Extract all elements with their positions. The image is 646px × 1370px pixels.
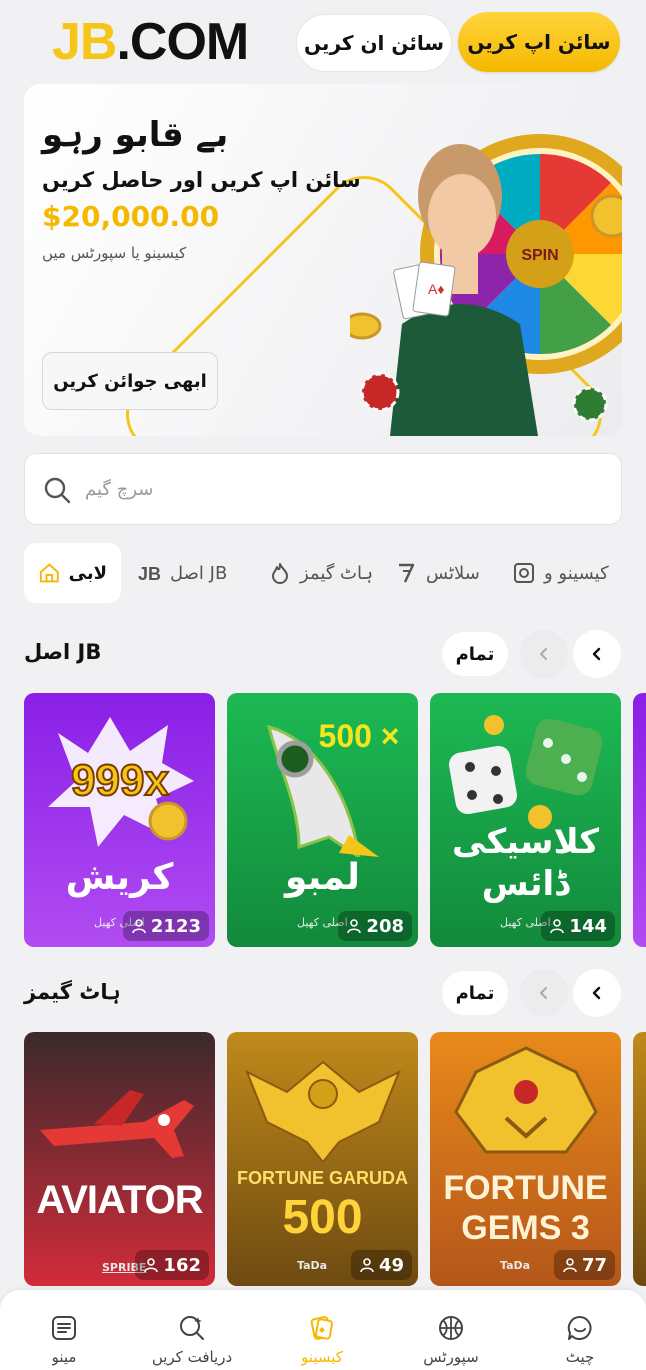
view-all-button[interactable]: تمام [442,971,508,1015]
casino-icon [514,563,534,583]
menu-icon [52,1316,76,1340]
user-icon [132,919,146,934]
game-provider: TaDa [500,1259,531,1272]
scroll-prev-button[interactable] [520,969,568,1017]
signup-button[interactable]: سائن اپ کریں [458,12,620,72]
game-card-crash[interactable]: 999x کریش اصلی کھیل 2123 [24,693,215,947]
tab-casino[interactable]: کیسینو و [512,543,609,603]
banner-title: بے قابو رہو [42,115,229,155]
gems-artwork [454,1046,598,1154]
home-icon [39,563,59,583]
tab-hot-games[interactable]: ہاٹ گیمز [268,543,373,603]
view-all-button[interactable]: تمام [442,632,508,676]
hot-games-carousel[interactable]: AVIATOR SPRIBE 162 FORTUNE GARUDA 500 Ta… [24,1032,646,1288]
top-header: JB.COM سائن ان کریں سائن اپ کریں [0,0,646,84]
banner-note: کیسینو یا سپورٹس میں [42,244,187,262]
game-title: کلاسیکی ڈائس [452,822,600,904]
scroll-next-button[interactable] [573,630,621,678]
game-card-fortune-garuda[interactable]: FORTUNE GARUDA 500 TaDa 49 [227,1032,418,1286]
multiplier-badge: 999x [71,756,169,805]
jb-original-carousel[interactable]: 999x کریش اصلی کھیل 2123 500 × لمبو اصلی… [24,693,646,949]
garuda-artwork [245,1060,401,1162]
game-title: کریش [65,857,174,898]
login-button[interactable]: سائن ان کریں [296,14,452,72]
crash-artwork: 999x [48,717,194,847]
game-title-line2: 500 [282,1191,363,1244]
bottom-navigation: مینو دریافت کریں کیسینو سپورٹس چیٹ [0,1290,646,1370]
svg-text:JB: JB [138,564,161,584]
join-now-button[interactable]: ابھی جوائن کریں [42,352,218,410]
game-card-partial[interactable] [633,1032,646,1286]
user-icon [563,1258,577,1273]
tab-lobby[interactable]: لابی [24,543,121,603]
tab-jb-original[interactable]: JB اصل JB [138,543,227,603]
chat-icon [567,1315,592,1340]
dice-artwork [448,715,603,829]
explore-icon [180,1316,204,1340]
player-count: 162 [135,1250,209,1280]
nav-chat[interactable]: چیٹ [530,1314,630,1368]
search-icon [44,477,71,504]
game-title: لمبو [285,857,360,898]
chevron-left-icon [592,647,601,661]
promo-banner[interactable]: بے قابو رہو سائن اپ کریں اور حاصل کریں $… [24,84,622,436]
game-card-classic-dice[interactable]: کلاسیکی ڈائس اصلی کھیل 144 [430,693,621,947]
section-title-jb-original: اصل JB [24,640,102,664]
banner-subtitle: سائن اپ کریں اور حاصل کریں [42,168,361,192]
svg-text:SPIN: SPIN [521,247,558,264]
category-tabs: لابی JB اصل JB ہاٹ گیمز سلاٹس کیسینو و [24,543,646,603]
game-card-fortune-gems[interactable]: FORTUNE GEMS 3 TaDa 77 [430,1032,621,1286]
player-count: 77 [553,1250,615,1280]
game-card-limbo[interactable]: 500 × لمبو اصلی کھیل 208 [227,693,418,947]
jb-logo[interactable]: JB.COM [52,14,249,70]
search-box[interactable] [24,453,622,525]
section-title-hot-games: ہاٹ گیمز [24,980,121,1004]
jb-icon: JB [138,564,161,584]
nav-menu[interactable]: مینو [14,1314,114,1368]
banner-amount: $20,000.00 [42,200,220,233]
chevron-left-icon [540,987,547,999]
player-count: 2123 [122,911,209,941]
svg-text:A♦: A♦ [428,281,444,297]
nav-casino[interactable]: کیسینو [272,1314,372,1368]
plane-artwork [40,1090,194,1158]
scroll-prev-button[interactable] [520,630,568,678]
search-input[interactable] [85,454,605,524]
nav-sports[interactable]: سپورٹس [401,1314,501,1368]
casino-icon [310,1316,333,1340]
user-icon [144,1258,159,1273]
seven-icon [399,563,415,583]
banner-illustration: SPIN A♦ [350,134,622,436]
user-icon [347,919,362,934]
game-title: AVIATOR [36,1178,203,1222]
limbo-artwork: 500 × [266,718,400,857]
basketball-icon [439,1316,463,1340]
player-count: 144 [541,911,615,941]
game-card-partial[interactable] [633,693,646,947]
game-title-line1: FORTUNE GARUDA [237,1168,408,1188]
player-count: 208 [338,911,412,941]
scroll-next-button[interactable] [573,969,621,1017]
game-card-aviator[interactable]: AVIATOR SPRIBE 162 [24,1032,215,1286]
fire-icon [272,563,288,584]
user-icon [550,919,565,934]
game-title-line2: GEMS 3 [461,1209,590,1247]
chevron-left-icon [592,986,601,1000]
tab-slots[interactable]: سلاٹس [394,543,480,603]
game-provider: TaDa [297,1259,328,1272]
chevron-left-icon [540,648,547,660]
multiplier-badge: 500 × [319,718,400,754]
game-title-line1: FORTUNE [443,1169,608,1207]
nav-explore[interactable]: دریافت کریں [142,1314,242,1368]
player-count: 49 [350,1250,412,1280]
user-icon [360,1258,374,1273]
